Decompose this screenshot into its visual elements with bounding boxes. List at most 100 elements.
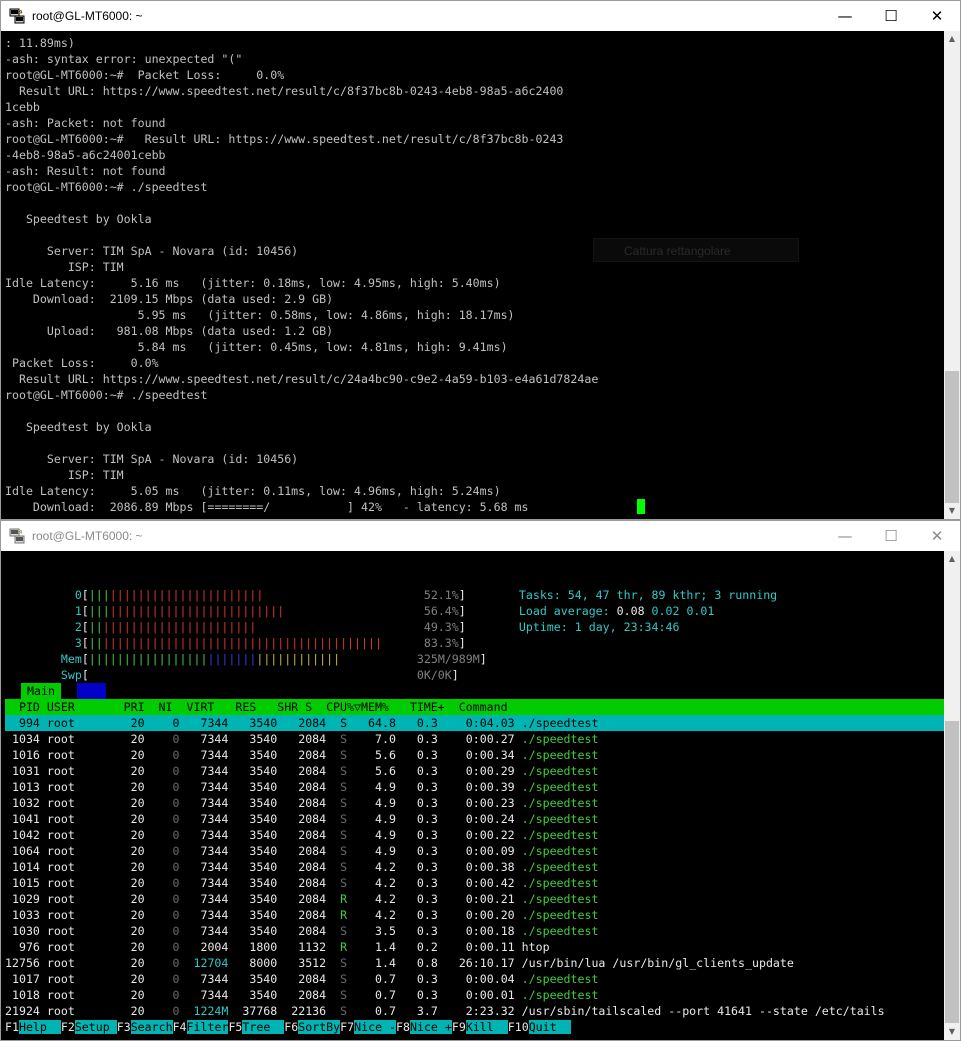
fkey-label[interactable]: Nice - — [354, 1020, 397, 1034]
tab-main[interactable]: Main — [21, 683, 61, 699]
fkey-f10[interactable]: F10 — [508, 1020, 529, 1034]
title-bar[interactable]: root@GL-MT6000: ~ — ☐ ✕ — [1, 521, 960, 551]
cell-user: root — [46, 940, 110, 954]
cell-ni: 0 — [151, 812, 180, 826]
process-row[interactable]: 1033 root 20 0 7344 3540 2084 R 4.2 0.3 … — [5, 907, 598, 923]
scroll-up-arrow-icon[interactable]: ▲ — [944, 31, 960, 47]
fkey-label[interactable]: Help — [18, 1020, 61, 1034]
cell-pid: 1014 — [5, 860, 40, 874]
cell-s: S — [333, 780, 348, 794]
scroll-down-arrow-icon[interactable]: ▼ — [944, 503, 960, 519]
cell-pri: 20 — [116, 844, 145, 858]
scroll-down-arrow-icon[interactable]: ▼ — [944, 1024, 960, 1040]
fkey-label[interactable]: SortBy — [298, 1020, 341, 1034]
fkey-label[interactable]: Kill — [465, 1020, 508, 1034]
cell-mem: 0.3 — [402, 844, 438, 858]
cell-user: root — [46, 764, 110, 778]
cell-res: 3540 — [235, 748, 278, 762]
cell-ni: 0 — [151, 780, 180, 794]
cell-time: 0:00.34 — [444, 748, 515, 762]
cell-pri: 20 — [116, 876, 145, 890]
cell-cpu: 1.4 — [354, 940, 396, 954]
terminal-line: root@GL-MT6000:~# ./speedtest — [5, 180, 208, 194]
minimize-button[interactable]: — — [822, 521, 868, 551]
fkey-f8[interactable]: F8 — [396, 1020, 410, 1034]
process-row[interactable]: 1064 root 20 0 7344 3540 2084 S 4.9 0.3 … — [5, 843, 598, 859]
cell-ni: 0 — [151, 764, 180, 778]
process-row[interactable]: 976 root 20 0 2004 1800 1132 R 1.4 0.2 0… — [5, 939, 550, 955]
cell-user: root — [46, 956, 110, 970]
terminal-window-top[interactable]: root@GL-MT6000: ~ — ☐ ✕ : 11.89ms) -ash: … — [0, 0, 961, 520]
process-row[interactable]: 1018 root 20 0 7344 3540 2084 S 0.7 0.3 … — [5, 987, 598, 1003]
process-row[interactable]: 1042 root 20 0 7344 3540 2084 S 4.9 0.3 … — [5, 827, 598, 843]
cell-cpu: 0.7 — [354, 988, 396, 1002]
cell-pid: 976 — [5, 940, 40, 954]
fkey-f2[interactable]: F2 — [61, 1020, 75, 1034]
title-bar[interactable]: root@GL-MT6000: ~ — ☐ ✕ — [1, 1, 960, 31]
cell-cpu: 7.0 — [354, 732, 396, 746]
process-row[interactable]: 1015 root 20 0 7344 3540 2084 S 4.2 0.3 … — [5, 875, 598, 891]
cell-shr: 2084 — [284, 780, 327, 794]
cell-cmd: ./speedtest — [521, 892, 599, 906]
process-row[interactable]: 1041 root 20 0 7344 3540 2084 S 4.9 0.3 … — [5, 811, 598, 827]
process-row[interactable]: 1013 root 20 0 7344 3540 2084 S 4.9 0.3 … — [5, 779, 598, 795]
cell-time: 0:00.39 — [444, 780, 515, 794]
fkey-label[interactable]: Filter — [186, 1020, 229, 1034]
close-button[interactable]: ✕ — [914, 521, 960, 551]
process-row[interactable]: 21924 root 20 0 1224M 37768 22136 S 0.7 … — [5, 1003, 885, 1019]
fkey-label[interactable]: Setup — [74, 1020, 117, 1034]
process-row[interactable]: 12756 root 20 0 12704 8000 3512 S 1.4 0.… — [5, 955, 794, 971]
process-row[interactable]: 1017 root 20 0 7344 3540 2084 S 0.7 0.3 … — [5, 971, 598, 987]
terminal-output[interactable]: : 11.89ms) -ash: syntax error: unexpected… — [1, 31, 944, 519]
fkey-label[interactable]: Nice + — [409, 1020, 452, 1034]
cell-mem: 0.3 — [402, 732, 438, 746]
maximize-button[interactable]: ☐ — [868, 521, 914, 551]
column-header[interactable]: PID USER PRI NI VIRT RES SHR S CPU%▽MEM%… — [5, 699, 944, 715]
minimize-button[interactable]: — — [822, 1, 868, 31]
scrollbar-thumb[interactable] — [945, 721, 959, 1023]
process-row[interactable]: 1029 root 20 0 7344 3540 2084 R 4.2 0.3 … — [5, 891, 598, 907]
htop-screen[interactable]: 0[||||||||||||||||||||||||| 52.1%] 1[|||… — [1, 551, 944, 1040]
cell-s: S — [333, 860, 348, 874]
fkey-f6[interactable]: F6 — [284, 1020, 298, 1034]
cell-user: root — [46, 812, 110, 826]
cell-res: 3540 — [235, 732, 278, 746]
cell-cmd: ./speedtest — [521, 908, 599, 922]
snip-tooltip: Cattura rettangolare — [593, 238, 799, 262]
process-row[interactable]: 994 root 20 0 7344 3540 2084 S 64.8 0.3 … — [5, 715, 944, 731]
cell-ni: 0 — [151, 876, 180, 890]
cell-shr: 2084 — [284, 924, 327, 938]
scrollbar[interactable]: ▲ ▼ — [944, 551, 960, 1040]
fkey-f4[interactable]: F4 — [173, 1020, 187, 1034]
close-button[interactable]: ✕ — [914, 1, 960, 31]
fkey-f5[interactable]: F5 — [228, 1020, 242, 1034]
process-row[interactable]: 1034 root 20 0 7344 3540 2084 S 7.0 0.3 … — [5, 731, 598, 747]
maximize-button[interactable]: ☐ — [868, 1, 914, 31]
fkey-label[interactable]: Quit — [528, 1020, 571, 1034]
fkey-f1[interactable]: F1 — [5, 1020, 19, 1034]
fkey-label[interactable]: Tree — [242, 1020, 285, 1034]
cell-time: 0:00.27 — [444, 732, 515, 746]
scroll-up-arrow-icon[interactable]: ▲ — [944, 551, 960, 567]
fkey-label[interactable]: Search — [130, 1020, 173, 1034]
terminal-window-htop[interactable]: root@GL-MT6000: ~ — ☐ ✕ 0[||||||||||||||… — [0, 520, 961, 1041]
cell-s: S — [333, 716, 348, 730]
cell-cmd: ./speedtest — [521, 796, 599, 810]
cell-cmd: ./speedtest — [521, 812, 599, 826]
fkey-f9[interactable]: F9 — [452, 1020, 466, 1034]
cell-user: root — [46, 844, 110, 858]
process-row[interactable]: 1031 root 20 0 7344 3540 2084 S 5.6 0.3 … — [5, 763, 598, 779]
process-row[interactable]: 1014 root 20 0 7344 3540 2084 S 4.2 0.3 … — [5, 859, 598, 875]
cell-user: root — [46, 924, 110, 938]
cell-pid: 1034 — [5, 732, 40, 746]
process-row[interactable]: 1016 root 20 0 7344 3540 2084 S 5.6 0.3 … — [5, 747, 598, 763]
cell-time: 0:00.04 — [444, 972, 515, 986]
process-row[interactable]: 1030 root 20 0 7344 3540 2084 S 3.5 0.3 … — [5, 923, 598, 939]
fkey-f3[interactable]: F3 — [117, 1020, 131, 1034]
cell-cmd: /usr/sbin/tailscaled --port 41641 --stat… — [521, 1004, 885, 1018]
fkey-f7[interactable]: F7 — [340, 1020, 354, 1034]
scrollbar-thumb[interactable] — [945, 371, 959, 503]
tab-io[interactable]: I/O — [77, 683, 106, 699]
scrollbar[interactable]: ▲ ▼ — [944, 31, 960, 519]
process-row[interactable]: 1032 root 20 0 7344 3540 2084 S 4.9 0.3 … — [5, 795, 598, 811]
